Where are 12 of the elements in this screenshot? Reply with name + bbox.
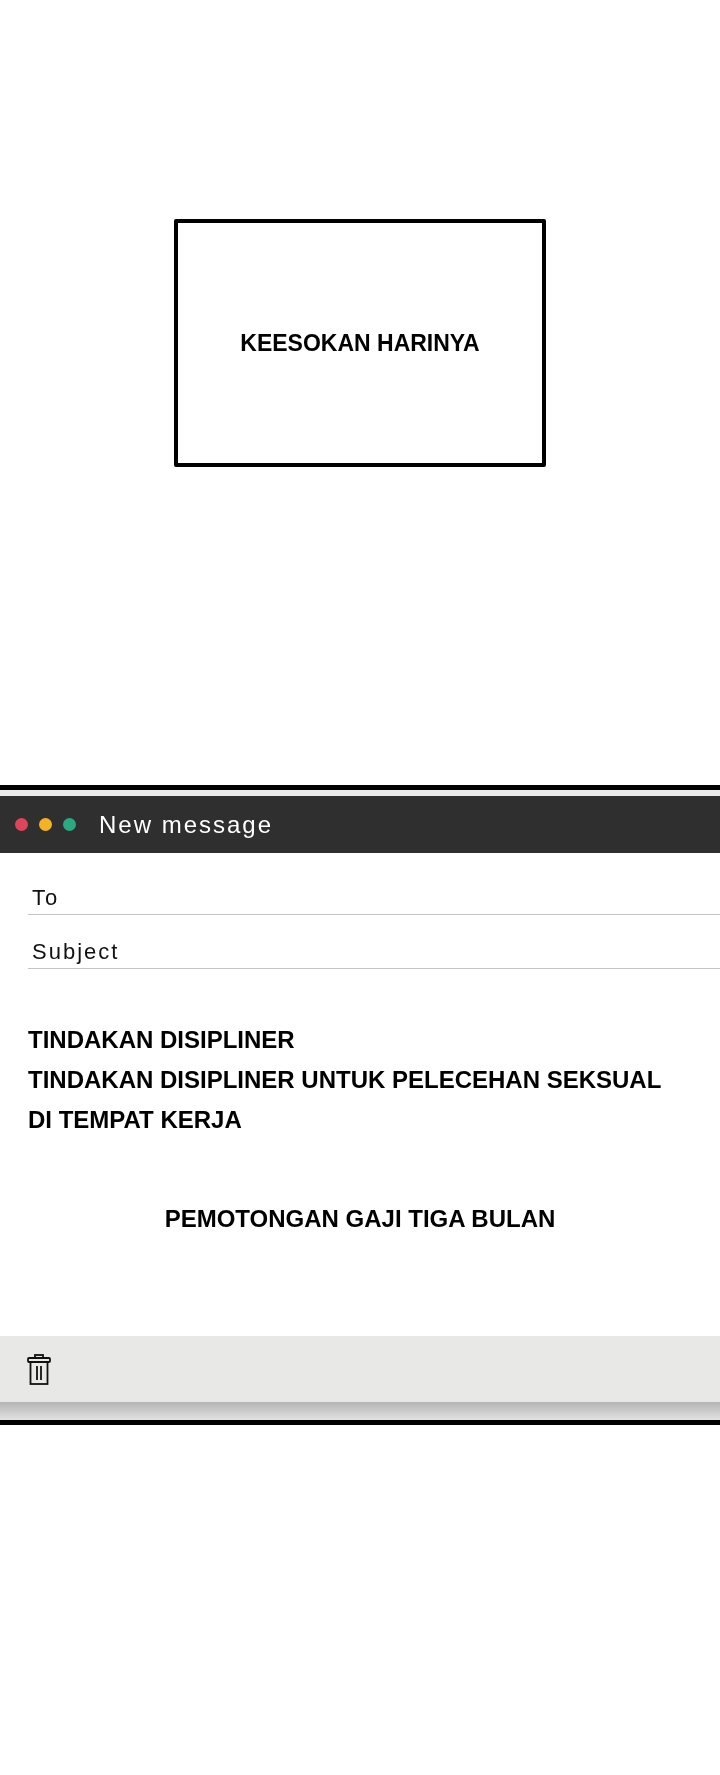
- input-field[interactable]: Subject: [28, 938, 720, 969]
- window-control-icon[interactable]: [63, 818, 76, 831]
- caption-text: KEESOKAN HARINYA: [240, 329, 480, 357]
- window-title: New message: [99, 810, 274, 839]
- window-control-icon[interactable]: [15, 818, 28, 831]
- input-field[interactable]: To: [28, 884, 720, 915]
- window-control-icon[interactable]: [39, 818, 52, 831]
- message-text: TINDAKAN DISIPLINER UNTUK PELECEHAN SEKSUAL DI TEMPAT KERJA: [28, 1065, 662, 1135]
- message-heading: TINDAKAN DISIPLINER: [28, 1025, 295, 1055]
- message-note: PEMOTONGAN GAJI TIGA BULAN: [164, 1204, 556, 1234]
- delete-button[interactable]: [27, 1353, 51, 1385]
- trash-icon: [27, 1353, 51, 1385]
